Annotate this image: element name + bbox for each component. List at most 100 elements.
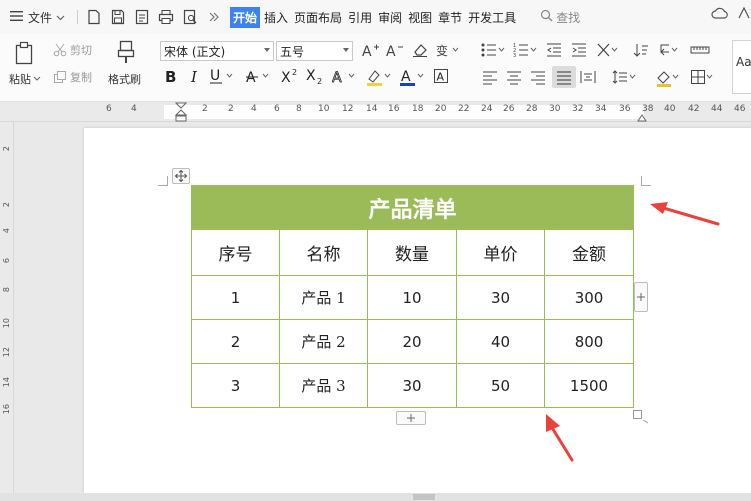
header-cell[interactable]: 金额	[543, 229, 635, 276]
format-painter-icon[interactable]	[113, 39, 139, 65]
line-spacing-icon[interactable]	[612, 69, 638, 85]
ribbon-toolbar: 粘贴 剪切 复制 格式刷 宋体 (正文) 五号 A A 变 B I U A X2…	[0, 34, 751, 102]
font-color-icon[interactable]: A	[400, 68, 426, 86]
ruler-tick-label: 46	[734, 104, 746, 114]
vertical-ruler[interactable]: 2 2 4 6 8 10 12 14 16	[0, 122, 14, 501]
ruler-toggle-icon[interactable]	[690, 42, 710, 58]
tab-home[interactable]: 开始	[230, 6, 261, 28]
align-right-icon[interactable]	[530, 69, 546, 85]
ruler-tick-label: 6	[274, 104, 280, 114]
chinese-layout-icon[interactable]	[597, 42, 621, 58]
svg-text:A: A	[437, 71, 445, 84]
show-marks-icon[interactable]	[657, 42, 681, 58]
product-table[interactable]: 产品清单 序号 名称 数量 单价 金额 1 产品 1 10 30 300 2 产…	[190, 185, 635, 408]
copy-button[interactable]: 复制	[53, 69, 92, 85]
save-icon[interactable]	[109, 8, 127, 26]
strikethrough-icon[interactable]: A	[246, 68, 272, 84]
add-column-button[interactable]	[634, 282, 648, 312]
font-name-select[interactable]: 宋体 (正文)	[160, 41, 274, 61]
underline-icon[interactable]: U	[210, 68, 236, 84]
cut-button[interactable]: 剪切	[53, 42, 92, 58]
increase-indent-icon[interactable]	[571, 42, 587, 58]
paste-button[interactable]: 粘贴	[9, 71, 41, 87]
borders-icon[interactable]	[690, 69, 716, 85]
tab-insert[interactable]: 插入	[262, 7, 290, 28]
table-cell[interactable]: 300	[543, 275, 635, 320]
justify-icon[interactable]	[552, 66, 576, 88]
paste-icon[interactable]	[12, 40, 38, 66]
ruler-tick-label: 42	[688, 104, 700, 114]
header-cell[interactable]: 数量	[367, 229, 457, 276]
table-cell[interactable]: 1	[191, 275, 280, 320]
svg-text:2: 2	[317, 77, 322, 84]
more-chevron-icon[interactable]	[205, 8, 223, 26]
export-pdf-icon[interactable]	[133, 8, 151, 26]
shading-icon[interactable]	[656, 69, 682, 87]
header-cell[interactable]: 单价	[456, 229, 545, 276]
indent-marker-icon[interactable]	[175, 102, 187, 122]
table-cell[interactable]: 产品 1	[279, 275, 368, 320]
table-cell[interactable]: 30	[367, 363, 457, 408]
highlight-icon[interactable]	[366, 68, 394, 86]
search-box[interactable]: 查找	[540, 9, 580, 26]
font-size-select[interactable]: 五号	[276, 41, 353, 61]
table-cell[interactable]: 30	[456, 275, 545, 320]
table-cell[interactable]: 800	[543, 319, 635, 364]
table-move-handle[interactable]	[172, 168, 190, 184]
table-cell[interactable]: 1500	[543, 363, 635, 408]
subscript-icon[interactable]: X2	[306, 68, 326, 84]
table-cell[interactable]: 3	[191, 363, 280, 408]
table-cell[interactable]: 2	[191, 319, 280, 364]
cloud-sync-icon[interactable]	[711, 6, 729, 23]
ruler-tick-label: 16	[2, 404, 11, 415]
decrease-indent-icon[interactable]	[546, 42, 562, 58]
share-icon[interactable]	[737, 6, 751, 23]
table-cell[interactable]: 10	[367, 275, 457, 320]
file-menu[interactable]: 文件	[10, 9, 65, 26]
header-cell[interactable]: 名称	[279, 229, 368, 276]
table-cell[interactable]: 产品 3	[279, 363, 368, 408]
shrink-font-icon[interactable]: A	[386, 42, 404, 58]
bold-icon[interactable]: B	[164, 68, 178, 84]
table-row: 3 产品 3 30 50 1500	[191, 363, 635, 408]
distributed-align-icon[interactable]	[580, 69, 596, 85]
style-gallery[interactable]: Aa	[732, 40, 751, 94]
character-border-icon[interactable]: A	[433, 68, 449, 84]
header-cell[interactable]: 序号	[191, 229, 280, 276]
tab-review[interactable]: 审阅	[376, 7, 404, 28]
print-preview-icon[interactable]	[181, 8, 199, 26]
table-cell[interactable]: 20	[367, 319, 457, 364]
text-effect-icon[interactable]: A	[332, 68, 358, 84]
table-resize-handle-icon[interactable]	[633, 410, 649, 424]
sort-icon[interactable]	[633, 42, 649, 58]
superscript-icon[interactable]: X2	[281, 68, 301, 84]
format-painter-button[interactable]: 格式刷	[108, 71, 141, 87]
print-icon[interactable]	[157, 8, 175, 26]
pinyin-guide-icon[interactable]: 变	[436, 42, 460, 58]
tab-sections[interactable]: 章节	[436, 7, 464, 28]
italic-icon[interactable]: I	[189, 68, 203, 84]
clear-format-icon[interactable]	[412, 42, 428, 58]
scrollbar-thumb[interactable]	[413, 494, 435, 500]
align-center-icon[interactable]	[506, 69, 522, 85]
table-cell[interactable]: 产品 2	[279, 319, 368, 364]
horizontal-ruler[interactable]: 6 4 2 2 4 6 8 10 12 14 16 18 20 22 24 26 28 30 32 34 36 38 40 4…	[0, 102, 751, 122]
numbered-list-icon[interactable]: 123	[513, 42, 539, 58]
tab-view[interactable]: 视图	[406, 7, 434, 28]
table-cell[interactable]: 40	[456, 319, 545, 364]
ruler-tick-label: 28	[526, 104, 538, 114]
format-painter-label: 格式刷	[108, 73, 141, 86]
horizontal-scrollbar[interactable]	[0, 493, 751, 501]
style-preview: Aa	[736, 55, 751, 69]
tab-page-layout[interactable]: 页面布局	[292, 7, 344, 28]
table-cell[interactable]: 50	[456, 363, 545, 408]
add-row-button[interactable]	[396, 411, 426, 425]
grow-font-icon[interactable]: A	[362, 42, 380, 58]
table-title-cell[interactable]: 产品清单	[190, 185, 635, 230]
tab-references[interactable]: 引用	[346, 7, 374, 28]
new-document-icon[interactable]	[85, 8, 103, 26]
right-indent-marker-icon[interactable]	[637, 114, 647, 122]
align-left-icon[interactable]	[482, 69, 498, 85]
bullet-list-icon[interactable]	[481, 42, 507, 58]
tab-developer[interactable]: 开发工具	[466, 7, 518, 28]
